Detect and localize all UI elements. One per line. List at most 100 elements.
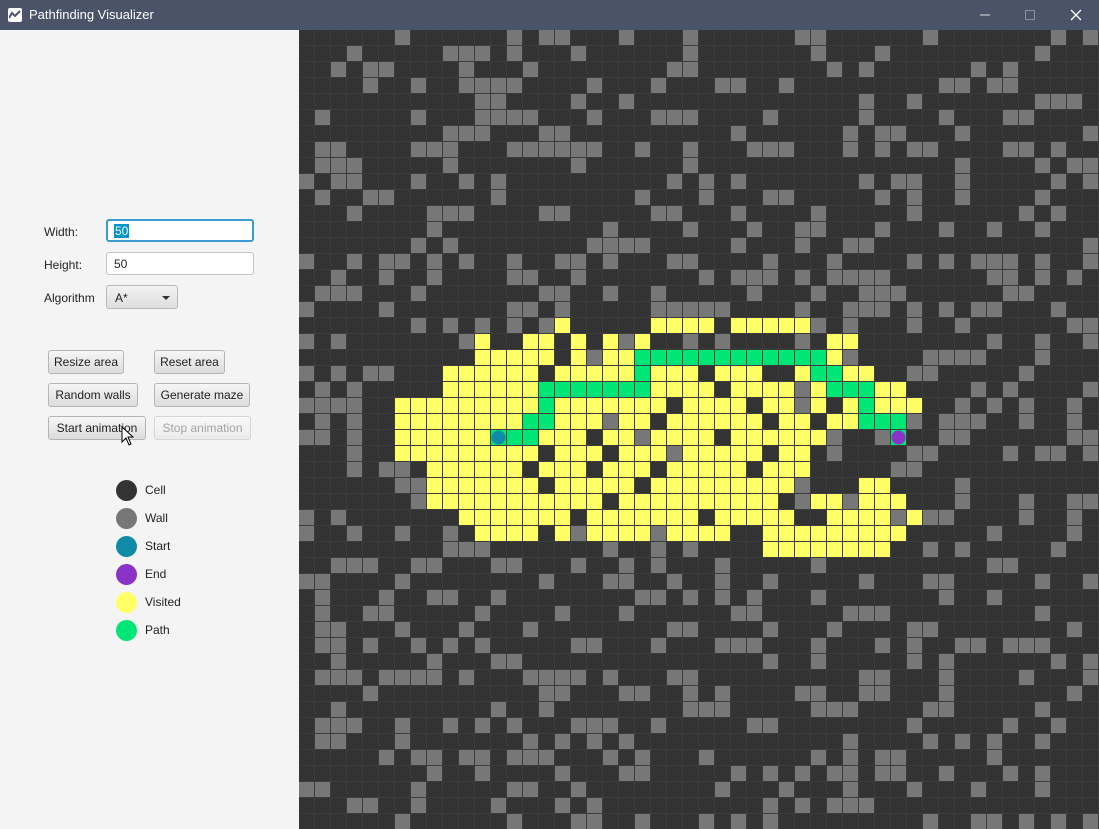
grid-cell[interactable] — [491, 30, 506, 45]
grid-wall[interactable] — [571, 782, 586, 797]
grid-visited[interactable] — [715, 478, 730, 493]
grid-cell[interactable] — [1035, 718, 1050, 733]
grid-cell[interactable] — [555, 654, 570, 669]
grid-cell[interactable] — [1019, 302, 1034, 317]
grid-cell[interactable] — [683, 766, 698, 781]
grid-cell[interactable] — [731, 782, 746, 797]
grid-visited[interactable] — [715, 526, 730, 541]
grid-cell[interactable] — [1067, 222, 1082, 237]
grid-cell[interactable] — [427, 366, 442, 381]
grid-cell[interactable] — [315, 350, 330, 365]
grid-cell[interactable] — [395, 142, 410, 157]
grid-cell[interactable] — [731, 334, 746, 349]
grid-cell[interactable] — [347, 622, 362, 637]
grid-wall[interactable] — [811, 286, 826, 301]
grid-cell[interactable] — [891, 62, 906, 77]
grid-visited[interactable] — [475, 430, 490, 445]
grid-wall[interactable] — [1019, 414, 1034, 429]
grid-cell[interactable] — [523, 686, 538, 701]
grid-cell[interactable] — [587, 318, 602, 333]
grid-wall[interactable] — [923, 622, 938, 637]
grid-visited[interactable] — [779, 510, 794, 525]
grid-cell[interactable] — [827, 94, 842, 109]
grid-cell[interactable] — [299, 238, 314, 253]
grid-wall[interactable] — [555, 126, 570, 141]
grid-cell[interactable] — [1051, 702, 1066, 717]
grid-cell[interactable] — [331, 382, 346, 397]
grid-visited[interactable] — [667, 430, 682, 445]
grid-cell[interactable] — [747, 334, 762, 349]
grid-cell[interactable] — [459, 158, 474, 173]
grid-wall[interactable] — [539, 318, 554, 333]
grid-path[interactable] — [635, 382, 650, 397]
grid-cell[interactable] — [1067, 46, 1082, 61]
grid-cell[interactable] — [363, 782, 378, 797]
grid-cell[interactable] — [299, 638, 314, 653]
grid-cell[interactable] — [379, 574, 394, 589]
grid-cell[interactable] — [411, 30, 426, 45]
grid-wall[interactable] — [907, 638, 922, 653]
grid-cell[interactable] — [1051, 638, 1066, 653]
grid-visited[interactable] — [811, 526, 826, 541]
grid-wall[interactable] — [363, 798, 378, 813]
grid-wall[interactable] — [731, 126, 746, 141]
grid-cell[interactable] — [555, 558, 570, 573]
grid-wall[interactable] — [843, 750, 858, 765]
grid-cell[interactable] — [843, 222, 858, 237]
grid-cell[interactable] — [427, 190, 442, 205]
grid-cell[interactable] — [875, 654, 890, 669]
grid-cell[interactable] — [571, 574, 586, 589]
grid-visited[interactable] — [427, 430, 442, 445]
grid-cell[interactable] — [987, 478, 1002, 493]
grid-visited[interactable] — [683, 366, 698, 381]
grid-wall[interactable] — [427, 750, 442, 765]
grid-visited[interactable] — [667, 462, 682, 477]
grid-cell[interactable] — [955, 526, 970, 541]
grid-cell[interactable] — [475, 302, 490, 317]
grid-cell[interactable] — [555, 222, 570, 237]
grid-cell[interactable] — [635, 558, 650, 573]
grid-cell[interactable] — [427, 510, 442, 525]
grid-cell[interactable] — [907, 606, 922, 621]
grid-wall[interactable] — [555, 302, 570, 317]
grid-wall[interactable] — [379, 270, 394, 285]
grid-cell[interactable] — [1067, 670, 1082, 685]
grid-wall[interactable] — [1067, 158, 1082, 173]
grid-visited[interactable] — [747, 510, 762, 525]
grid-cell[interactable] — [907, 46, 922, 61]
grid-visited[interactable] — [699, 430, 714, 445]
grid-cell[interactable] — [875, 622, 890, 637]
grid-cell[interactable] — [555, 46, 570, 61]
grid-visited[interactable] — [763, 430, 778, 445]
close-icon[interactable] — [1053, 0, 1099, 30]
grid-wall[interactable] — [907, 654, 922, 669]
grid-cell[interactable] — [955, 798, 970, 813]
grid-cell[interactable] — [603, 94, 618, 109]
grid-wall[interactable] — [1083, 430, 1098, 445]
grid-cell[interactable] — [811, 414, 826, 429]
grid-wall[interactable] — [1019, 398, 1034, 413]
grid-cell[interactable] — [427, 30, 442, 45]
grid-visited[interactable] — [779, 430, 794, 445]
grid-cell[interactable] — [971, 718, 986, 733]
grid-cell[interactable] — [635, 670, 650, 685]
grid-wall[interactable] — [587, 734, 602, 749]
grid-wall[interactable] — [875, 750, 890, 765]
grid-cell[interactable] — [955, 302, 970, 317]
grid-cell[interactable] — [971, 542, 986, 557]
grid-visited[interactable] — [491, 414, 506, 429]
grid-wall[interactable] — [347, 286, 362, 301]
grid-cell[interactable] — [827, 110, 842, 125]
grid-cell[interactable] — [1035, 622, 1050, 637]
grid-cell[interactable] — [667, 750, 682, 765]
grid-visited[interactable] — [571, 430, 586, 445]
grid-cell[interactable] — [299, 78, 314, 93]
grid-cell[interactable] — [443, 670, 458, 685]
grid-cell[interactable] — [891, 446, 906, 461]
grid-cell[interactable] — [411, 718, 426, 733]
grid-cell[interactable] — [891, 78, 906, 93]
grid-cell[interactable] — [619, 126, 634, 141]
grid-wall[interactable] — [811, 750, 826, 765]
grid-cell[interactable] — [523, 30, 538, 45]
grid-cell[interactable] — [667, 798, 682, 813]
